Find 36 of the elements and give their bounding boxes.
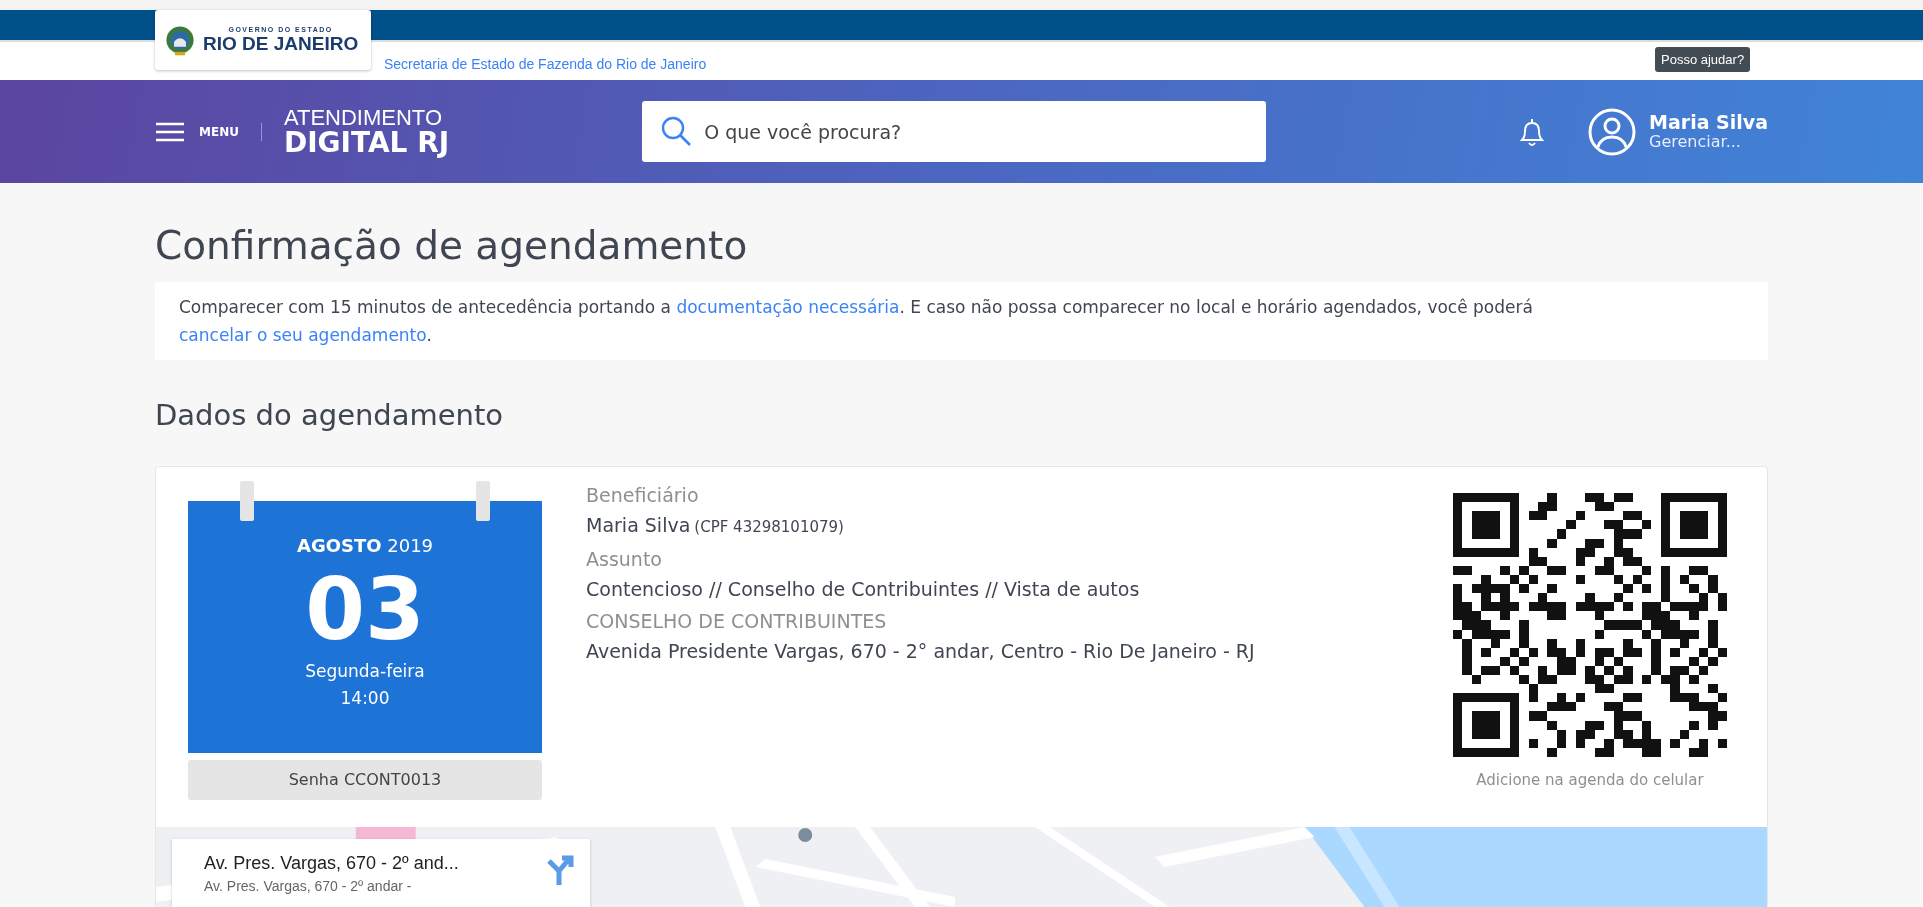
field-value: Contencioso // Conselho de Contribuintes // Vista de autos (586, 578, 1140, 600)
ticket-number: Senha CCONT0013 (188, 760, 542, 800)
field-value: Maria Silva (586, 514, 691, 536)
manage-account-link[interactable]: Gerenciar... (1649, 133, 1768, 151)
field-label: Assunto (586, 547, 663, 572)
place-address: Av. Pres. Vargas, 670 - 2º andar - (204, 878, 413, 894)
brand-title: ATENDIMENTO (283, 106, 444, 129)
weekday: Segunda-feira (305, 660, 425, 683)
help-tooltip[interactable]: Posso ajudar? (1655, 47, 1751, 72)
binder-ring-icon (476, 481, 490, 521)
month-year: AGOSTO 2019 (296, 535, 434, 556)
agency-link[interactable]: Secretaria de Estado de Fazenda do Rio de Janeiro (384, 56, 707, 72)
logo-title: RIO DE JANEIRO (203, 32, 359, 55)
brand-subtitle: DIGITAL RJ (283, 128, 450, 157)
menu-button[interactable]: MENU (155, 120, 239, 143)
directions-icon[interactable] (544, 853, 574, 885)
binder-ring-icon (240, 481, 254, 521)
appointment-time: 14:00 (340, 687, 390, 710)
notice-link[interactable]: documentação necessária (676, 297, 900, 317)
user-avatar-icon[interactable] (1587, 106, 1638, 157)
notice-text: Comparecer com 15 minutos de antecedência portando a documentação necessária. E caso não possa comparecer no local e horário agendados, você poderá cancelar o seu agendamento. (155, 282, 1768, 360)
user-name[interactable]: Maria Silva (1649, 112, 1768, 134)
notice-link[interactable]: cancelar o seu agendamento (179, 325, 427, 345)
qr-caption: Adicione na agenda do celular (1476, 771, 1704, 789)
menu-icon (155, 120, 185, 143)
search-field[interactable]: O que você procura? (642, 101, 1267, 162)
field-value: Avenida Presidente Vargas, 670 - 2° andar, Centro - Rio De Janeiro - RJ (586, 640, 1255, 662)
field-label: CONSELHO DE CONTRIBUINTES (586, 609, 888, 634)
search-icon (660, 115, 693, 147)
field-label: Beneficiário (586, 483, 700, 508)
place-title: Av. Pres. Vargas, 670 - 2º and... (204, 853, 460, 874)
field-note: (CPF 43298101079) (694, 518, 844, 536)
page-title: Confirmação de agendamento (155, 223, 749, 268)
day-number: 03 (305, 566, 425, 652)
qr-code[interactable] (1453, 493, 1727, 757)
section-title: Dados do agendamento (155, 398, 505, 432)
